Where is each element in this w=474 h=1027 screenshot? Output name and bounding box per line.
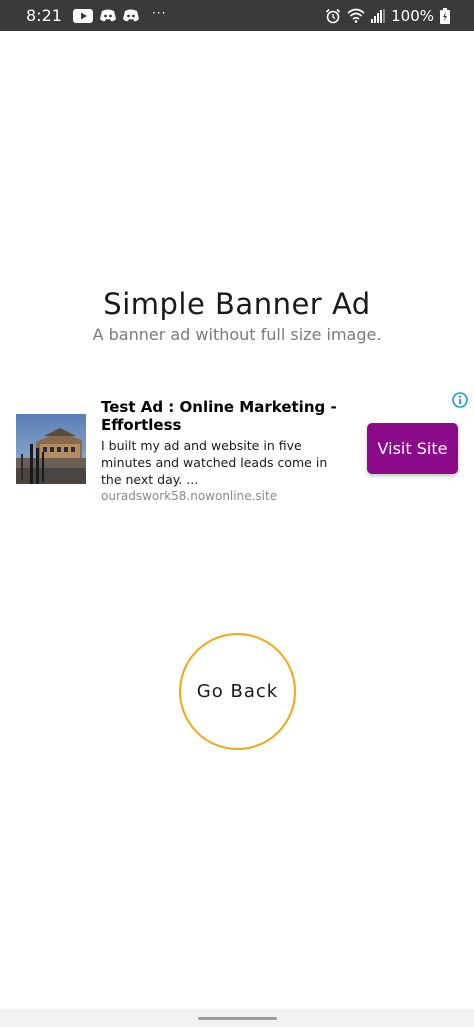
status-bar-right: 100% (325, 0, 450, 31)
youtube-icon (72, 8, 93, 23)
discord-icon (99, 9, 116, 22)
signal-icon (371, 8, 386, 23)
home-gesture-handle[interactable] (198, 1017, 277, 1020)
status-bar: 8:21 ··· 100% (0, 0, 474, 31)
page-subtitle: A banner ad without full size image. (92, 325, 382, 344)
screen: 8:21 ··· 100% Simple Banner Ad A banner … (0, 0, 474, 1027)
navigation-bar (0, 1009, 474, 1027)
alarm-icon (325, 8, 341, 24)
ad-thumbnail-image[interactable] (16, 414, 86, 484)
more-notifications-indicator: ··· (151, 5, 167, 20)
page-title: Simple Banner Ad (103, 287, 371, 321)
info-icon[interactable] (452, 392, 468, 408)
ad-headline[interactable]: Test Ad : Online Marketing - Effortless (101, 398, 351, 434)
battery-percent: 100% (391, 6, 434, 25)
ad-body[interactable]: I built my ad and website in five minute… (101, 437, 351, 488)
wifi-icon (347, 8, 365, 23)
ad-url[interactable]: ouradswork58.nowonline.site (101, 489, 351, 503)
ad-banner[interactable]: Test Ad : Online Marketing - Effortless … (0, 390, 474, 503)
ad-text-block[interactable]: Test Ad : Online Marketing - Effortless … (101, 398, 351, 503)
status-bar-left: 8:21 ··· (26, 0, 166, 31)
discord-icon (122, 9, 139, 22)
battery-charging-icon (440, 7, 450, 24)
visit-site-button[interactable]: Visit Site (367, 423, 458, 474)
go-back-button[interactable]: Go Back (179, 633, 296, 750)
status-time: 8:21 (26, 6, 62, 25)
